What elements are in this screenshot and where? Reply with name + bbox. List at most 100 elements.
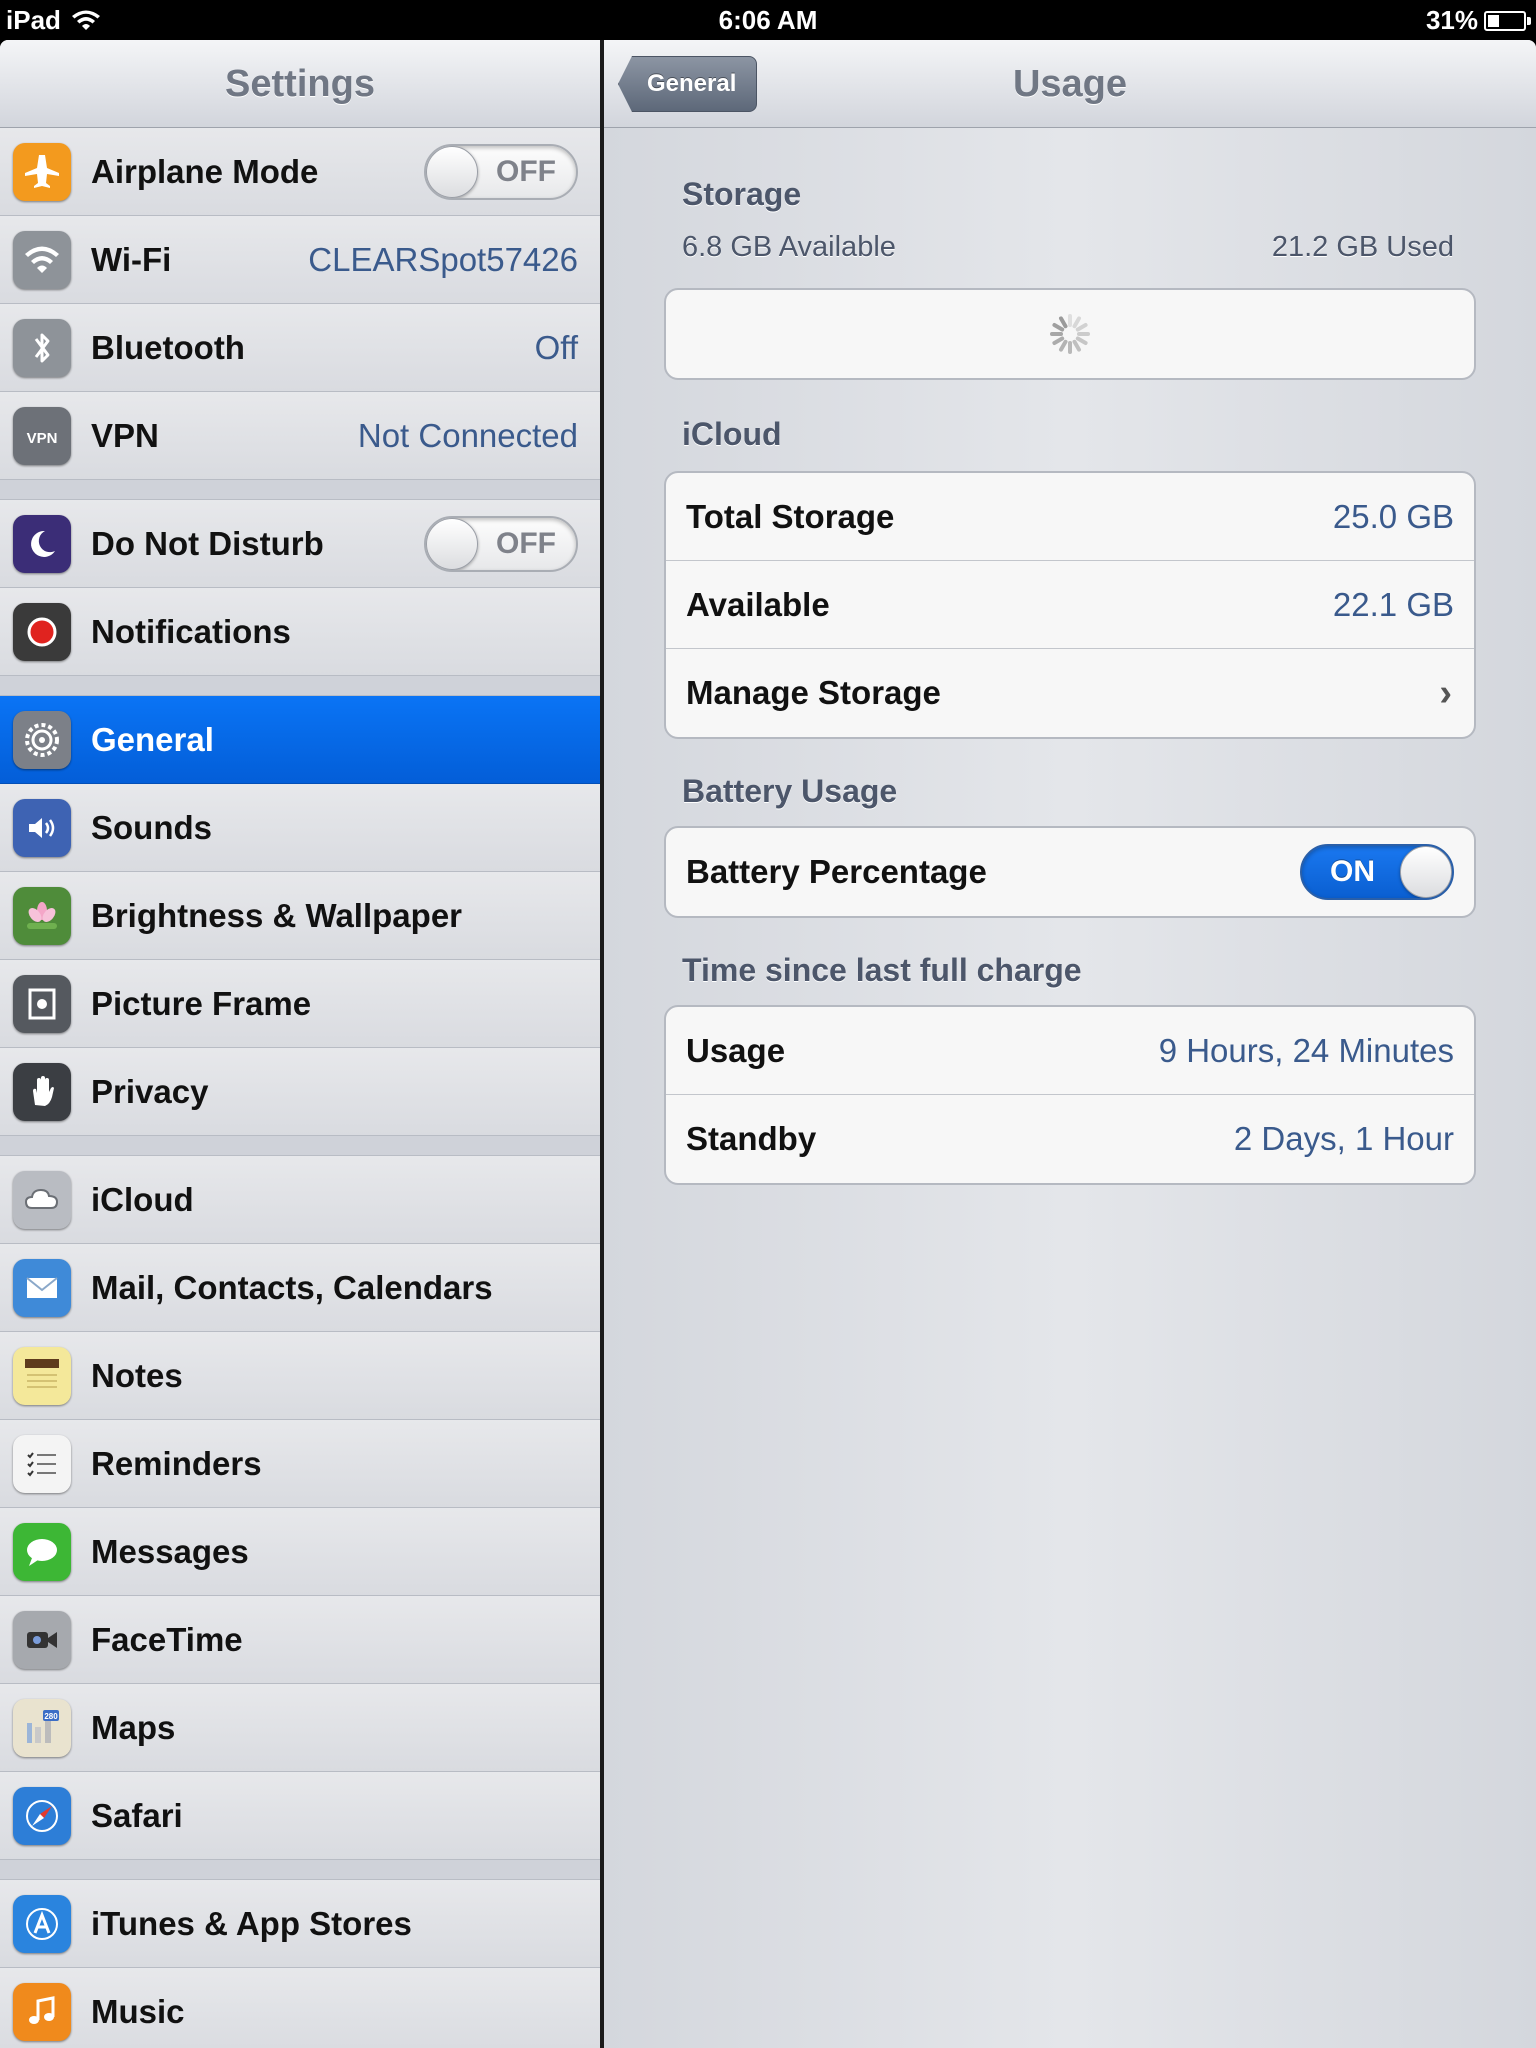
total-storage-row: Total Storage 25.0 GB: [666, 473, 1474, 561]
settings-item-label: Brightness & Wallpaper: [91, 896, 463, 934]
settings-item-value: CLEARSpot57426: [308, 240, 578, 278]
bluetooth-icon: [13, 318, 71, 377]
total-storage-label: Total Storage: [686, 497, 895, 535]
switch-knob: [426, 145, 478, 198]
total-storage-value: 25.0 GB: [1332, 497, 1454, 535]
settings-item-label: Sounds: [91, 808, 212, 846]
back-button[interactable]: General: [618, 56, 758, 112]
settings-item-messages[interactable]: Messages: [0, 1508, 600, 1596]
usage-detail-pane: General Usage Storage 6.8 GB Available 2…: [604, 40, 1536, 2048]
settings-item-label: Wi-Fi: [91, 240, 172, 278]
spinner-icon: [1050, 314, 1090, 354]
hand-icon: [13, 1062, 71, 1121]
storage-header: Storage: [682, 176, 802, 212]
settings-item-icloud[interactable]: iCloud: [0, 1156, 600, 1244]
dnd-switch[interactable]: OFF: [424, 515, 578, 572]
flower-icon: [13, 886, 71, 945]
settings-item-wifi[interactable]: Wi-Fi CLEARSpot57426: [0, 216, 600, 304]
airplane-switch[interactable]: OFF: [424, 143, 578, 200]
maps-icon: 280: [13, 1698, 71, 1757]
spinner-spoke: [1075, 323, 1088, 332]
app-store-icon: [13, 1894, 71, 1953]
standby-time-label: Standby: [686, 1120, 817, 1157]
settings-item-label: iCloud: [91, 1180, 194, 1218]
settings-item-label: Reminders: [91, 1444, 262, 1482]
settings-item-privacy[interactable]: Privacy: [0, 1048, 600, 1136]
manage-storage-row[interactable]: Manage Storage ›: [666, 649, 1474, 737]
settings-item-facetime[interactable]: FaceTime: [0, 1596, 600, 1684]
settings-item-bluetooth[interactable]: Bluetooth Off: [0, 304, 600, 392]
spinner-spoke: [1072, 316, 1081, 329]
group-separator: [0, 1860, 600, 1880]
settings-item-label: Safari: [91, 1796, 183, 1834]
standby-time-row: Standby 2 Days, 1 Hour: [666, 1095, 1474, 1183]
cloud-icon: [13, 1170, 71, 1229]
settings-item-notes[interactable]: Notes: [0, 1332, 600, 1420]
spinner-spoke: [1052, 323, 1065, 332]
available-value: 22.1 GB: [1332, 585, 1454, 623]
vpn-icon: VPN: [13, 406, 71, 465]
page-title: Settings: [225, 63, 375, 105]
battery-percentage: 31%: [1425, 5, 1478, 35]
settings-list: Airplane Mode OFF Wi-Fi CLEARSpot57426 Bluet…: [0, 128, 600, 2048]
settings-item-label: Music: [91, 1992, 185, 2030]
settings-item-label: Bluetooth: [91, 328, 245, 366]
settings-item-mail[interactable]: Mail, Contacts, Calendars: [0, 1244, 600, 1332]
settings-item-label: Picture Frame: [91, 984, 312, 1022]
usage-time-label: Usage: [686, 1031, 786, 1069]
settings-item-pictureframe[interactable]: Picture Frame: [0, 960, 600, 1048]
svg-text:280: 280: [44, 1712, 58, 1721]
spinner-spoke: [1059, 316, 1068, 329]
master-navbar: Settings: [0, 40, 600, 128]
detail-navbar: General Usage: [604, 40, 1536, 128]
storage-available: 6.8 GB Available: [682, 231, 896, 263]
compass-icon: [13, 1786, 71, 1845]
settings-item-value: Off: [534, 328, 578, 366]
battery-card: Battery Percentage ON: [664, 826, 1476, 918]
battery-percentage-row: Battery Percentage ON: [666, 828, 1474, 916]
settings-item-itunes[interactable]: iTunes & App Stores: [0, 1880, 600, 1968]
settings-item-vpn[interactable]: VPN VPN Not Connected: [0, 392, 600, 480]
settings-item-label: Messages: [91, 1532, 249, 1570]
storage-used: 21.2 GB Used: [1271, 231, 1454, 263]
switch-state-text: OFF: [496, 154, 556, 188]
moon-icon: [13, 514, 71, 573]
battery-usage-header: Battery Usage: [682, 773, 898, 809]
clock: 6:06 AM: [718, 5, 818, 35]
settings-item-dnd[interactable]: Do Not Disturb OFF: [0, 500, 600, 588]
time-since-card: Usage 9 Hours, 24 Minutes Standby 2 Days…: [664, 1005, 1476, 1185]
settings-item-label: Maps: [91, 1708, 176, 1746]
messages-icon: [13, 1522, 71, 1581]
notifications-icon: [13, 602, 71, 661]
music-note-icon: [13, 1982, 71, 2041]
settings-item-airplane[interactable]: Airplane Mode OFF: [0, 128, 600, 216]
loading-spinner: [666, 290, 1474, 378]
wifi-icon: [13, 230, 71, 289]
airplane-icon: [13, 142, 71, 201]
usage-time-row: Usage 9 Hours, 24 Minutes: [666, 1007, 1474, 1095]
group-separator: [0, 480, 600, 500]
gear-icon: [13, 710, 71, 769]
settings-item-label: FaceTime: [91, 1620, 243, 1658]
status-bar: iPad 6:06 AM 31%: [0, 0, 1536, 40]
settings-item-sounds[interactable]: Sounds: [0, 784, 600, 872]
storage-list-card: [664, 288, 1476, 380]
settings-item-label: Airplane Mode: [91, 152, 319, 190]
storage-summary: 6.8 GB Available 21.2 GB Used: [682, 231, 1454, 264]
battery-percentage-label: Battery Percentage: [686, 853, 987, 890]
settings-item-notifications[interactable]: Notifications: [0, 588, 600, 676]
settings-item-brightness[interactable]: Brightness & Wallpaper: [0, 872, 600, 960]
settings-item-maps[interactable]: 280 Maps: [0, 1684, 600, 1772]
manage-storage-label: Manage Storage: [686, 674, 941, 711]
spinner-spoke: [1052, 336, 1065, 345]
settings-item-reminders[interactable]: Reminders: [0, 1420, 600, 1508]
battery-percentage-switch[interactable]: ON: [1300, 844, 1454, 900]
available-label: Available: [686, 585, 830, 623]
available-row: Available 22.1 GB: [666, 561, 1474, 649]
settings-item-safari[interactable]: Safari: [0, 1772, 600, 1860]
group-separator: [0, 676, 600, 696]
settings-item-music[interactable]: Music: [0, 1968, 600, 2048]
settings-item-general[interactable]: General: [0, 696, 600, 784]
notes-icon: [13, 1346, 71, 1405]
standby-time-value: 2 Days, 1 Hour: [1233, 1120, 1454, 1157]
